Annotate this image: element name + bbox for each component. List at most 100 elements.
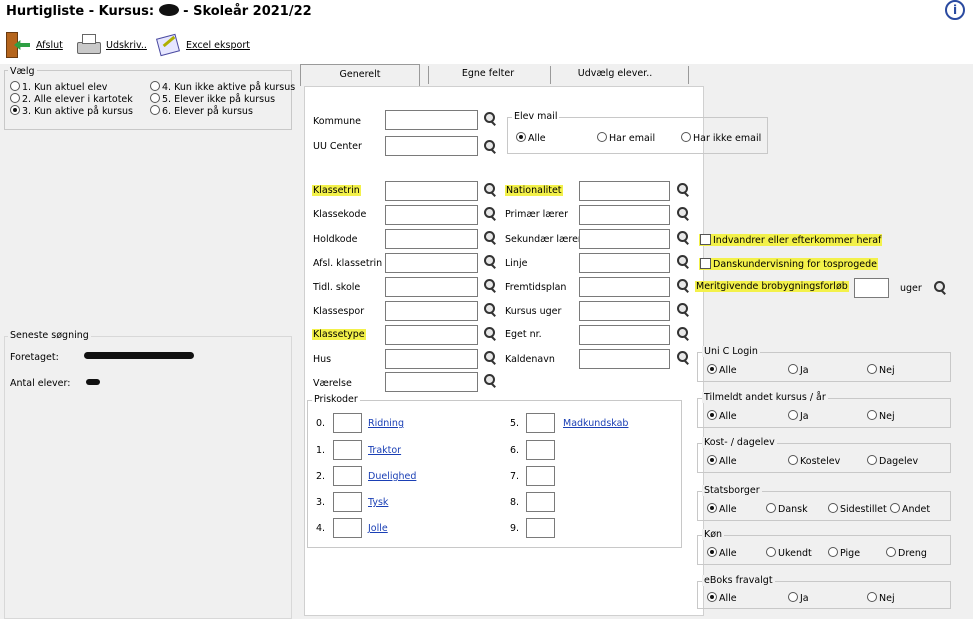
priskode-input-0[interactable] [333, 413, 362, 433]
kost-alle[interactable]: Alle [707, 455, 737, 467]
stats-sidestillet[interactable]: Sidestillet [828, 503, 887, 515]
stats-alle[interactable]: Alle [707, 503, 737, 515]
kost-dagelev[interactable]: Dagelev [867, 455, 918, 467]
klassetype-search-icon[interactable] [483, 327, 497, 341]
hus-search-icon[interactable] [483, 351, 497, 365]
linje-search-icon[interactable] [676, 255, 690, 269]
priskode-link-traktor[interactable]: Traktor [368, 445, 401, 456]
eboks-nej[interactable]: Nej [867, 592, 895, 604]
koen-alle[interactable]: Alle [707, 547, 737, 559]
tilmeldt-ja[interactable]: Ja [788, 410, 809, 422]
meritgivende-search-icon[interactable] [933, 281, 947, 295]
elev-mail-alle[interactable]: Alle [516, 132, 546, 144]
choose-option-5[interactable]: 5. Elever ikke på kursus [150, 93, 275, 105]
klassekode-input[interactable] [385, 205, 478, 225]
klassespor-search-icon[interactable] [483, 303, 497, 317]
hus-input[interactable] [385, 349, 478, 369]
choose-option-6[interactable]: 6. Elever på kursus [150, 105, 253, 117]
priskode-link-duelighed[interactable]: Duelighed [368, 471, 416, 482]
afsl-klassetrin-input[interactable] [385, 253, 478, 273]
eboks-alle[interactable]: Alle [707, 592, 737, 604]
sekundaer-laerer-input[interactable] [579, 229, 670, 249]
meritgivende-input[interactable] [854, 278, 889, 298]
klassespor-input[interactable] [385, 301, 478, 321]
nationalitet-input[interactable] [579, 181, 670, 201]
tilmeldt-alle[interactable]: Alle [707, 410, 737, 422]
eget-nr-search-icon[interactable] [676, 327, 690, 341]
tidl-skole-input[interactable] [385, 277, 478, 297]
uu-center-input[interactable] [385, 136, 478, 156]
holdkode-search-icon[interactable] [483, 231, 497, 245]
koen-pige[interactable]: Pige [828, 547, 860, 559]
sekundaer-laerer-search-icon[interactable] [676, 231, 690, 245]
kommune-search-icon[interactable] [483, 112, 497, 126]
choose-option-4[interactable]: 4. Kun ikke aktive på kursus [150, 81, 295, 93]
print-button[interactable]: Udskriv.. [74, 32, 147, 58]
klassetrin-input[interactable] [385, 181, 478, 201]
excel-export-button[interactable]: Excel eksport [154, 32, 250, 58]
priskode-input-6[interactable] [526, 440, 555, 460]
unic-alle[interactable]: Alle [707, 364, 737, 376]
kaldenavn-input[interactable] [579, 349, 670, 369]
priskode-input-3[interactable] [333, 492, 362, 512]
priskode-input-2[interactable] [333, 466, 362, 486]
priskode-link-jolle[interactable]: Jolle [368, 523, 388, 534]
klassetrin-search-icon[interactable] [483, 183, 497, 197]
kursus-uger-input[interactable] [579, 301, 670, 321]
tab-udvaelg-elever[interactable]: Udvælg elever.. [550, 64, 680, 86]
eget-nr-input[interactable] [579, 325, 670, 345]
priskode-num-6: 6. [510, 445, 520, 456]
choose-option-1[interactable]: 1. Kun aktuel elev [10, 81, 107, 93]
priskode-input-9[interactable] [526, 518, 555, 538]
priskode-input-1[interactable] [333, 440, 362, 460]
priskode-num-7: 7. [510, 471, 520, 482]
priskode-input-8[interactable] [526, 492, 555, 512]
vaerelse-search-icon[interactable] [483, 374, 497, 388]
choose-option-3[interactable]: 3. Kun aktive på kursus [10, 105, 133, 117]
tab-generelt[interactable]: Generelt [300, 64, 420, 86]
priskode-input-4[interactable] [333, 518, 362, 538]
elev-mail-har-ikke[interactable]: Har ikke email [681, 132, 761, 144]
priskode-link-tysk[interactable]: Tysk [368, 497, 388, 508]
unic-ja[interactable]: Ja [788, 364, 809, 376]
fremtidsplan-search-icon[interactable] [676, 279, 690, 293]
kost-kostelev[interactable]: Kostelev [788, 455, 840, 467]
fremtidsplan-input[interactable] [579, 277, 670, 297]
nationalitet-search-icon[interactable] [676, 183, 690, 197]
stats-andet[interactable]: Andet [890, 503, 930, 515]
kommune-label: Kommune [313, 116, 361, 127]
priskode-input-7[interactable] [526, 466, 555, 486]
danskundervisning-checkbox[interactable]: Danskundervisning for tosprogede [699, 258, 878, 270]
klassekode-search-icon[interactable] [483, 207, 497, 221]
kursus-uger-search-icon[interactable] [676, 303, 690, 317]
stats-dansk[interactable]: Dansk [766, 503, 808, 515]
choose-option-2[interactable]: 2. Alle elever i kartotek [10, 93, 133, 105]
elev-mail-har[interactable]: Har email [597, 132, 655, 144]
vaerelse-label: Værelse [313, 378, 352, 389]
vaerelse-input[interactable] [385, 372, 478, 392]
indvandrer-checkbox[interactable]: Indvandrer eller efterkommer heraf [699, 234, 883, 246]
koen-dreng[interactable]: Dreng [886, 547, 927, 559]
priskode-link-ridning[interactable]: Ridning [368, 418, 404, 429]
afsl-klassetrin-search-icon[interactable] [483, 255, 497, 269]
primaer-laerer-input[interactable] [579, 205, 670, 225]
primaer-laerer-search-icon[interactable] [676, 207, 690, 221]
linje-input[interactable] [579, 253, 670, 273]
priskode-link-madkundskab[interactable]: Madkundskab [563, 418, 628, 429]
kommune-input[interactable] [385, 110, 478, 130]
eboks-ja[interactable]: Ja [788, 592, 809, 604]
exit-button[interactable]: Afslut [4, 32, 63, 58]
tidl-skole-search-icon[interactable] [483, 279, 497, 293]
koen-ukendt[interactable]: Ukendt [766, 547, 812, 559]
kaldenavn-search-icon[interactable] [676, 351, 690, 365]
fremtidsplan-label: Fremtidsplan [505, 282, 567, 293]
tidl-skole-label: Tidl. skole [313, 282, 361, 293]
unic-nej[interactable]: Nej [867, 364, 895, 376]
tab-egne-felter[interactable]: Egne felter [428, 64, 548, 86]
help-icon[interactable]: i [945, 0, 965, 20]
klassetype-input[interactable] [385, 325, 478, 345]
holdkode-input[interactable] [385, 229, 478, 249]
tilmeldt-nej[interactable]: Nej [867, 410, 895, 422]
uu-center-search-icon[interactable] [483, 140, 497, 154]
priskode-input-5[interactable] [526, 413, 555, 433]
